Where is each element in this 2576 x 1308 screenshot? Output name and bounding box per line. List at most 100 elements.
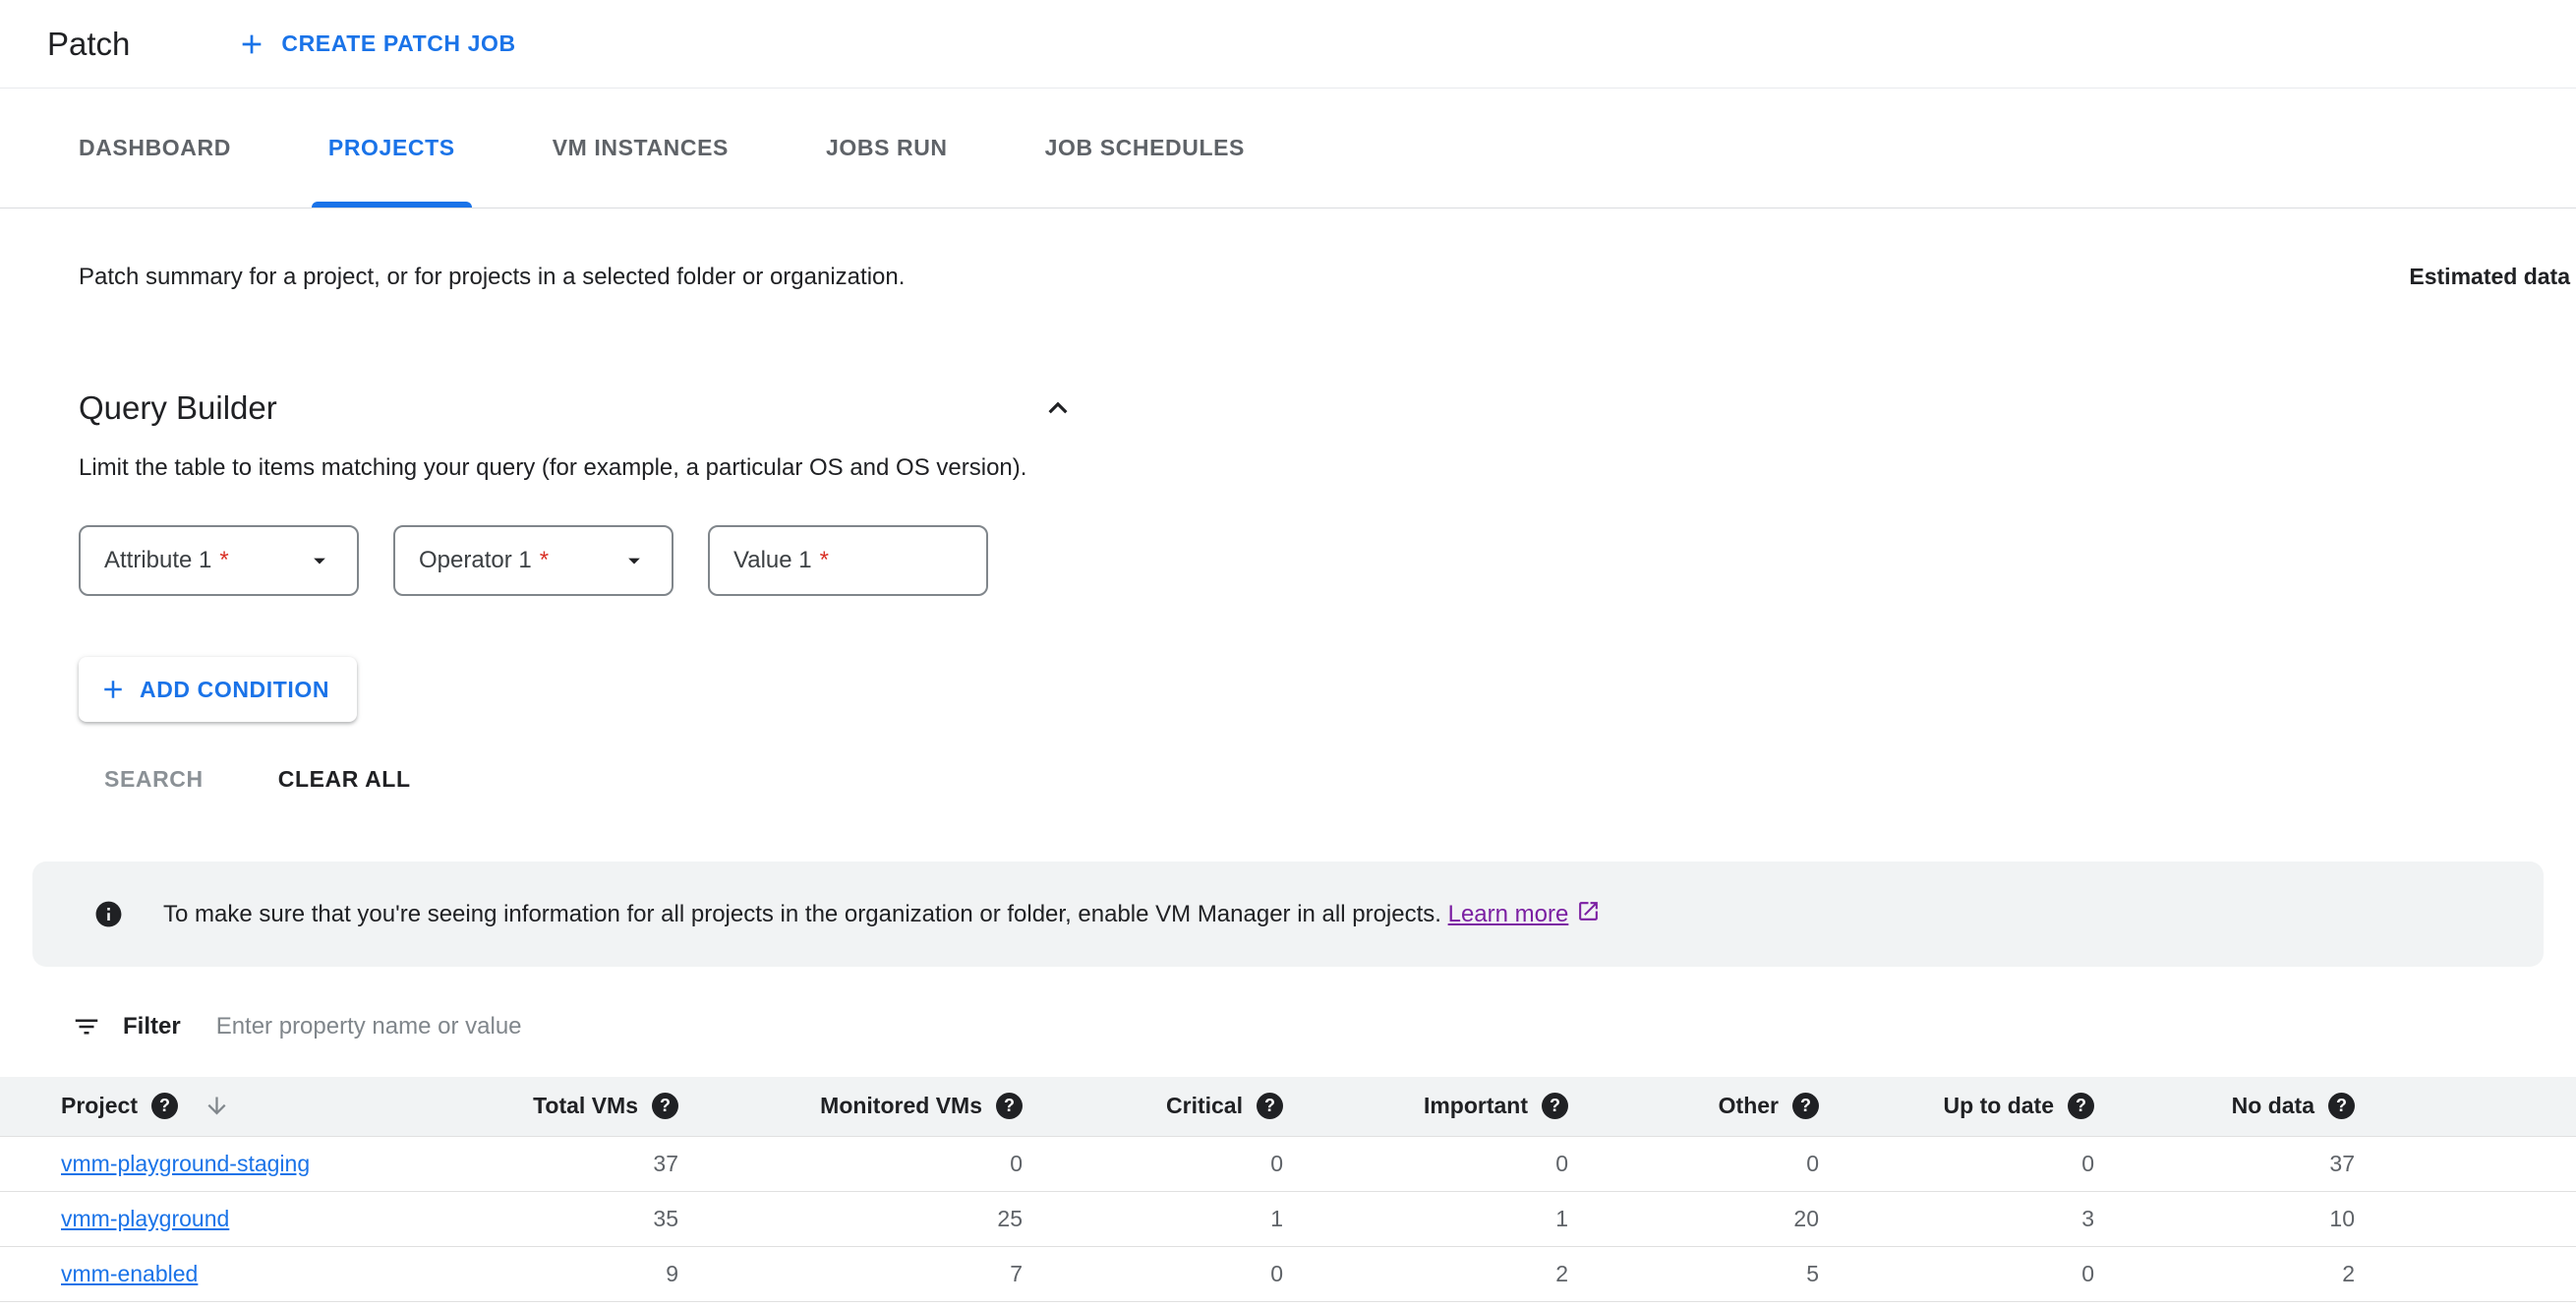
tab-dashboard[interactable]: DASHBOARD [62, 89, 248, 208]
filter-input[interactable] [216, 1013, 2576, 1040]
filter-button[interactable]: Filter [72, 1012, 181, 1041]
required-marker: * [219, 547, 228, 574]
collapse-section-button[interactable] [1039, 389, 1077, 427]
learn-more-label: Learn more [1448, 901, 1569, 928]
total-vms-value: 9 [462, 1246, 702, 1301]
help-icon[interactable]: ? [1542, 1093, 1568, 1119]
info-icon [93, 899, 124, 929]
total-vms-value: 35 [462, 1191, 702, 1246]
query-builder-section: Query Builder Limit the table to items m… [0, 389, 2576, 808]
no-data-value: 37 [2118, 1136, 2378, 1191]
table-row: vmm-playground-staging 37 0 0 0 0 0 37 [0, 1136, 2576, 1191]
attribute-select[interactable]: Attribute 1 * [79, 525, 359, 596]
column-header-no-data[interactable]: No data? [2118, 1077, 2378, 1136]
summary-row: Patch summary for a project, or for proj… [0, 208, 2576, 291]
other-value: 0 [1592, 1136, 1843, 1191]
help-icon[interactable]: ? [996, 1093, 1023, 1119]
help-icon[interactable]: ? [1792, 1093, 1819, 1119]
search-button[interactable]: SEARCH [79, 749, 229, 808]
column-label: Other [1719, 1093, 1779, 1119]
monitored-vms-value: 25 [702, 1191, 1046, 1246]
operator-select-label: Operator 1 [419, 547, 532, 574]
required-marker: * [820, 547, 829, 574]
add-icon [236, 29, 267, 60]
column-label: No data [2232, 1093, 2314, 1119]
column-label: Total VMs [533, 1093, 638, 1119]
important-value: 2 [1307, 1246, 1592, 1301]
monitored-vms-value: 0 [702, 1136, 1046, 1191]
add-condition-label: ADD CONDITION [140, 677, 329, 703]
column-header-critical[interactable]: Critical? [1046, 1077, 1307, 1136]
critical-value: 0 [1046, 1246, 1307, 1301]
project-link[interactable]: vmm-playground-staging [61, 1151, 310, 1176]
filter-icon [72, 1012, 101, 1041]
tab-bar: DASHBOARD PROJECTS VM INSTANCES JOBS RUN… [0, 89, 2576, 208]
column-header-important[interactable]: Important? [1307, 1077, 1592, 1136]
create-patch-job-label: CREATE PATCH JOB [281, 30, 515, 57]
value-input-label: Value 1 [733, 547, 812, 574]
other-value: 5 [1592, 1246, 1843, 1301]
query-builder-title: Query Builder [79, 389, 277, 427]
column-header-other[interactable]: Other? [1592, 1077, 1843, 1136]
add-condition-button[interactable]: ADD CONDITION [79, 657, 357, 722]
sort-descending-icon [204, 1093, 230, 1119]
help-icon[interactable]: ? [2328, 1093, 2355, 1119]
projects-table: Project ? Total VMs? Monitored VMs? Crit… [0, 1077, 2576, 1302]
project-link[interactable]: vmm-enabled [61, 1261, 198, 1286]
important-value: 1 [1307, 1191, 1592, 1246]
required-marker: * [540, 547, 549, 574]
column-label: Up to date [1944, 1093, 2054, 1119]
attribute-select-label: Attribute 1 [104, 547, 211, 574]
create-patch-job-button[interactable]: CREATE PATCH JOB [236, 29, 515, 60]
other-value: 20 [1592, 1191, 1843, 1246]
banner-text: To make sure that you're seeing informat… [163, 899, 1601, 930]
summary-text: Patch summary for a project, or for proj… [79, 264, 905, 291]
query-builder-description: Limit the table to items matching your q… [79, 454, 2576, 482]
column-header-project[interactable]: Project ? [0, 1077, 462, 1136]
main-content: Patch summary for a project, or for proj… [0, 208, 2576, 1302]
help-icon[interactable]: ? [151, 1093, 178, 1119]
table-filter-row: Filter [0, 967, 2576, 1077]
operator-select[interactable]: Operator 1 * [393, 525, 673, 596]
up-to-date-value: 0 [1843, 1246, 2118, 1301]
query-builder-header: Query Builder [79, 389, 1077, 427]
value-input[interactable]: Value 1 * [708, 525, 988, 596]
help-icon[interactable]: ? [652, 1093, 678, 1119]
important-value: 0 [1307, 1136, 1592, 1191]
column-header-total-vms[interactable]: Total VMs? [462, 1077, 702, 1136]
table-row: vmm-playground 35 25 1 1 20 3 10 [0, 1191, 2576, 1246]
critical-value: 1 [1046, 1191, 1307, 1246]
dropdown-arrow-icon [306, 547, 333, 574]
column-header-up-to-date[interactable]: Up to date? [1843, 1077, 2118, 1136]
info-banner: To make sure that you're seeing informat… [32, 862, 2544, 967]
table-header-row: Project ? Total VMs? Monitored VMs? Crit… [0, 1077, 2576, 1136]
page-header: Patch CREATE PATCH JOB [0, 0, 2576, 89]
help-icon[interactable]: ? [2068, 1093, 2094, 1119]
query-builder-actions: SEARCH CLEAR ALL [79, 749, 2576, 808]
filter-label: Filter [123, 1013, 181, 1040]
critical-value: 0 [1046, 1136, 1307, 1191]
page-title: Patch [47, 26, 130, 63]
tab-projects[interactable]: PROJECTS [312, 89, 472, 208]
project-link[interactable]: vmm-playground [61, 1206, 229, 1231]
table-row: vmm-enabled 9 7 0 2 5 0 2 [0, 1246, 2576, 1301]
clear-all-button[interactable]: CLEAR ALL [253, 749, 437, 808]
estimated-data-label: Estimated data [2409, 264, 2570, 290]
learn-more-link[interactable]: Learn more [1448, 899, 1602, 930]
dropdown-arrow-icon [620, 547, 648, 574]
external-link-icon [1576, 899, 1601, 930]
tab-job-schedules[interactable]: JOB SCHEDULES [1028, 89, 1261, 208]
up-to-date-value: 0 [1843, 1136, 2118, 1191]
query-condition-row: Attribute 1 * Operator 1 * Value 1 * [79, 525, 2576, 596]
up-to-date-value: 3 [1843, 1191, 2118, 1246]
tab-vm-instances[interactable]: VM INSTANCES [536, 89, 745, 208]
no-data-value: 2 [2118, 1246, 2378, 1301]
total-vms-value: 37 [462, 1136, 702, 1191]
tab-jobs-run[interactable]: JOBS RUN [809, 89, 965, 208]
help-icon[interactable]: ? [1257, 1093, 1283, 1119]
column-label: Important [1424, 1093, 1528, 1119]
column-header-monitored-vms[interactable]: Monitored VMs? [702, 1077, 1046, 1136]
monitored-vms-value: 7 [702, 1246, 1046, 1301]
column-label: Monitored VMs [820, 1093, 982, 1119]
column-header-spacer [2378, 1077, 2576, 1136]
